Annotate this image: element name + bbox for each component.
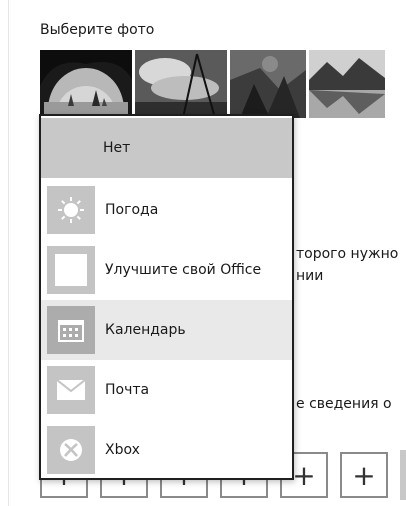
app-option-label: Улучшите свой Office (105, 262, 262, 278)
background-text-3: е сведения о (296, 396, 392, 412)
app-option-weather[interactable]: Погода (41, 180, 292, 240)
app-option-label: Xbox (105, 442, 140, 458)
app-option-label: Календарь (105, 322, 186, 338)
app-picker-dropdown: Нет Погода Улучшите свой Office Календар… (39, 114, 294, 480)
plus-icon: + (352, 458, 376, 492)
calendar-icon (47, 306, 95, 354)
xbox-icon (47, 426, 95, 474)
background-text-2: нии (296, 268, 324, 284)
add-app-button-6[interactable]: + (340, 452, 388, 498)
photo-thumbnail-3[interactable] (230, 50, 306, 118)
mail-icon (47, 366, 95, 414)
app-option-label: Погода (105, 202, 159, 218)
plus-icon: + (292, 458, 316, 492)
app-option-office[interactable]: Улучшите свой Office (41, 240, 292, 300)
app-option-mail[interactable]: Почта (41, 360, 292, 420)
scrollbar[interactable] (400, 450, 406, 500)
photo-thumbnails (40, 50, 385, 118)
choose-photo-label: Выберите фото (40, 22, 155, 38)
app-option-label: Нет (103, 140, 131, 156)
photo-thumbnail-1[interactable] (40, 50, 132, 118)
background-text-1: торого нужно (296, 246, 399, 262)
app-option-none[interactable]: Нет (41, 118, 292, 178)
app-option-xbox[interactable]: Xbox (41, 420, 292, 480)
photo-thumbnail-4[interactable] (309, 50, 385, 118)
office-icon (47, 246, 95, 294)
app-option-calendar[interactable]: Календарь (41, 300, 292, 360)
left-divider (8, 0, 9, 506)
sun-icon (47, 186, 95, 234)
photo-thumbnail-2[interactable] (135, 50, 227, 118)
app-option-label: Почта (105, 382, 150, 398)
